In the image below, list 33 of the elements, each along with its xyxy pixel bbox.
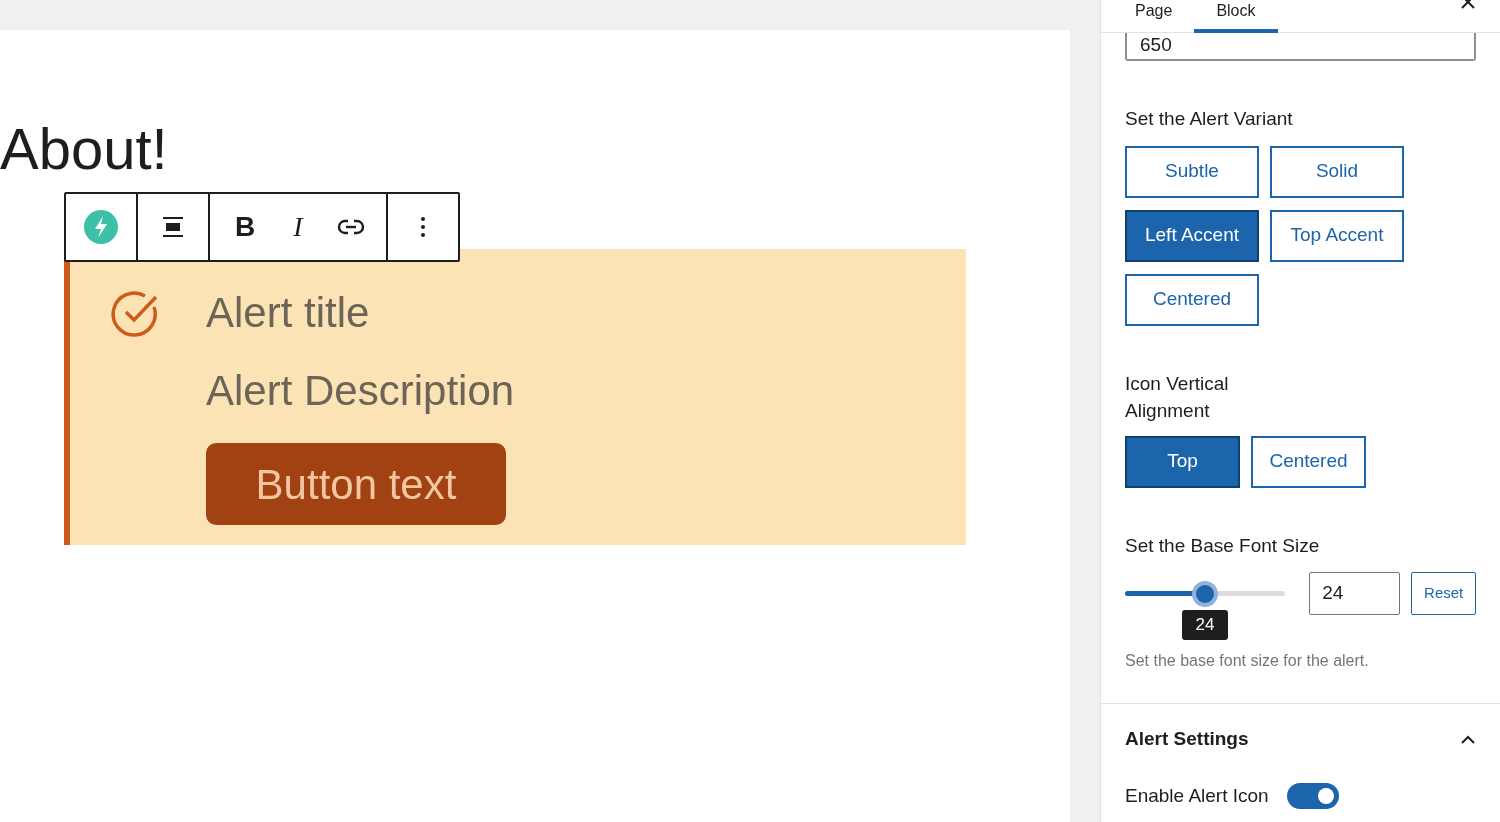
reset-button[interactable]: Reset xyxy=(1411,572,1476,615)
alignment-option[interactable]: Centered xyxy=(1251,435,1366,488)
page-heading: About! xyxy=(0,120,168,178)
alert-description: Alert Description xyxy=(206,366,515,416)
alignment-option[interactable]: Top xyxy=(1125,435,1240,488)
alert-button[interactable]: Button text xyxy=(206,443,506,525)
section-label: Set the Alert Variant xyxy=(1125,107,1294,131)
toggle-switch[interactable] xyxy=(1286,783,1339,810)
sidebar-tab[interactable]: Block xyxy=(1194,0,1278,33)
number-field[interactable]: 650 xyxy=(1125,33,1476,61)
align-icon xyxy=(162,216,184,238)
toggle-label: Enable Alert Icon xyxy=(1125,784,1269,808)
sidebar-tab[interactable]: Page xyxy=(1113,0,1195,33)
link-icon xyxy=(337,218,365,236)
italic-button[interactable]: I xyxy=(280,194,316,260)
alert-title: Alert title xyxy=(206,288,371,338)
chevron-icon xyxy=(1460,734,1476,744)
variant-option[interactable]: Centered xyxy=(1125,273,1259,326)
variant-option[interactable]: Top Accent xyxy=(1270,209,1404,262)
font-size-field[interactable]: 24 xyxy=(1309,572,1401,615)
help-text: Set the base font size for the alert. xyxy=(1125,651,1370,671)
variant-option[interactable]: Left Accent xyxy=(1125,209,1259,262)
section-label: Set the Base Font Size xyxy=(1125,533,1321,558)
slider-tooltip: 24 xyxy=(1182,609,1229,640)
slider-thumb[interactable] xyxy=(1192,580,1219,607)
close-icon[interactable] xyxy=(1460,0,1476,10)
variant-option[interactable]: Subtle xyxy=(1125,145,1259,198)
variant-option[interactable]: Solid xyxy=(1270,145,1404,198)
lightning-icon xyxy=(83,209,119,245)
more-icon xyxy=(420,216,426,238)
section-label: Icon Vertical Alignment xyxy=(1125,371,1230,423)
alert-settings-header[interactable]: Alert Settings xyxy=(1125,704,1476,774)
bold-button[interactable]: B xyxy=(210,194,280,260)
